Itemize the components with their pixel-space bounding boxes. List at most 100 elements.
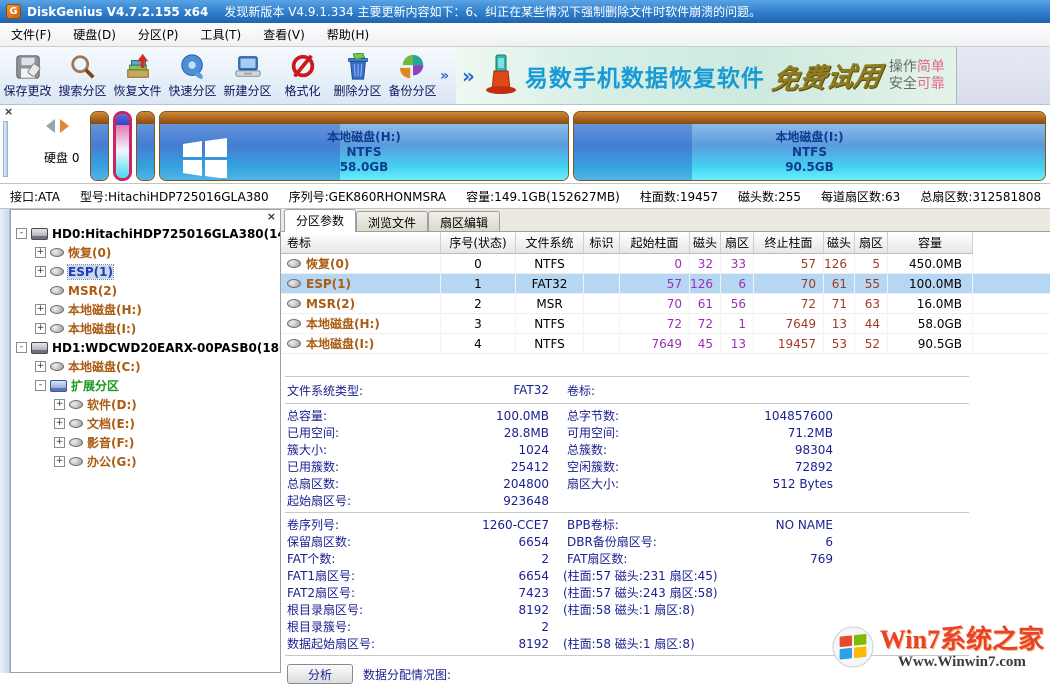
- detail-label: 已用空间:: [287, 424, 437, 441]
- menu-partition[interactable]: 分区(P): [127, 23, 190, 46]
- tree-item-msr[interactable]: MSR(2): [11, 281, 280, 300]
- analyze-button[interactable]: 分析: [287, 664, 353, 684]
- col-start-sector[interactable]: 扇区: [721, 232, 754, 254]
- collapse-icon[interactable]: -: [16, 342, 27, 353]
- expand-icon[interactable]: +: [54, 437, 65, 448]
- col-filesystem[interactable]: 文件系统: [516, 232, 584, 254]
- table-row[interactable]: MSR(2) 2 MSR 70 61 56 72 71 63 16.0MB: [281, 294, 1050, 314]
- col-end-head[interactable]: 磁头: [824, 232, 855, 254]
- tree-item-docs-e[interactable]: + 文档(E:): [11, 414, 280, 433]
- partition-bar-msr[interactable]: [136, 111, 155, 181]
- col-start-cylinder[interactable]: 起始柱面: [620, 232, 690, 254]
- col-start-head[interactable]: 磁头: [690, 232, 721, 254]
- tree-item-hd1[interactable]: - HD1:WDCWD20EARX-00PASB0(1863GB): [11, 338, 280, 357]
- detail-value: 28.8MB: [437, 426, 549, 440]
- detail-value: 100.0MB: [437, 409, 549, 423]
- disk-sectors-per-track: 每道扇区数:63: [821, 188, 900, 205]
- expand-icon[interactable]: +: [35, 361, 46, 372]
- detail-chs: (柱面:58 磁头:1 扇区:8): [549, 601, 833, 618]
- detail-label: 起始扇区号:: [287, 492, 437, 509]
- expand-icon[interactable]: +: [35, 304, 46, 315]
- toolbar-overflow-chevron[interactable]: »: [440, 47, 456, 104]
- table-row[interactable]: 本地磁盘(I:) 4 NTFS 7649 45 13 19457 53 52 9…: [281, 334, 1050, 354]
- close-icon[interactable]: ×: [4, 107, 13, 117]
- disk-model: 型号:HitachiHDP725016GLA380: [80, 188, 269, 205]
- panel-splitter[interactable]: [3, 121, 8, 177]
- menu-disk[interactable]: 硬盘(D): [62, 23, 127, 46]
- expand-icon[interactable]: +: [54, 399, 65, 410]
- disk-visualization-panel: × 硬盘 0 本地磁盘(H:): [0, 105, 1050, 183]
- expand-icon[interactable]: +: [54, 456, 65, 467]
- col-tag[interactable]: 标识: [584, 232, 620, 254]
- partition-bar-i[interactable]: 本地磁盘(I:) NTFS 90.5GB: [573, 111, 1046, 181]
- ad-banner[interactable]: » 易数手机数据恢复软件 免费试用 操作简单 安全可靠: [456, 47, 956, 104]
- next-disk-arrow-icon[interactable]: [60, 119, 69, 133]
- recover-files-button[interactable]: 恢复文件: [110, 47, 165, 104]
- tree-item-hd0[interactable]: - HD0:HitachiHDP725016GLA380(149GB): [11, 224, 280, 243]
- tree-item-local-h[interactable]: + 本地磁盘(H:): [11, 300, 280, 319]
- col-end-cylinder[interactable]: 终止柱面: [754, 232, 824, 254]
- tree-item-local-c[interactable]: + 本地磁盘(C:): [11, 357, 280, 376]
- tree-label: MSR(2): [68, 284, 117, 298]
- expand-icon[interactable]: +: [35, 323, 46, 334]
- collapse-icon[interactable]: -: [35, 380, 46, 391]
- detail-value: 72892: [737, 460, 833, 474]
- table-row-selected[interactable]: ESP(1) 1 FAT32 57 126 6 70 61 55 100.0MB: [281, 274, 1050, 294]
- col-volume-label[interactable]: 卷标: [281, 232, 441, 254]
- col-end-sector[interactable]: 扇区: [855, 232, 888, 254]
- partition-icon: [287, 259, 301, 268]
- menu-view[interactable]: 查看(V): [252, 23, 316, 46]
- partition-bar-h[interactable]: 本地磁盘(H:) NTFS 58.0GB: [159, 111, 569, 181]
- partition-bar-recovery[interactable]: [90, 111, 109, 181]
- table-row[interactable]: 本地磁盘(H:) 3 NTFS 72 72 1 7649 13 44 58.0G…: [281, 314, 1050, 334]
- prev-disk-arrow-icon[interactable]: [46, 119, 55, 133]
- search-partition-button[interactable]: 搜索分区: [55, 47, 110, 104]
- tree-label: HD1:WDCWD20EARX-00PASB0(1863GB): [52, 341, 281, 355]
- partition-size: 90.5GB: [785, 160, 834, 175]
- expand-icon[interactable]: +: [35, 247, 46, 258]
- tree-item-local-i[interactable]: + 本地磁盘(I:): [11, 319, 280, 338]
- floppy-icon: [13, 53, 43, 81]
- collapse-icon[interactable]: -: [16, 228, 27, 239]
- col-capacity[interactable]: 容量: [888, 232, 973, 254]
- toolbar-label: 恢复文件: [113, 82, 161, 99]
- tag-op-value: 简单: [917, 59, 945, 75]
- save-changes-button[interactable]: 保存更改: [0, 47, 55, 104]
- detail-label: 总容量:: [287, 407, 437, 424]
- partition-fs: NTFS: [346, 145, 381, 160]
- menu-help[interactable]: 帮助(H): [316, 23, 380, 46]
- new-partition-button[interactable]: 新建分区: [220, 47, 275, 104]
- tab-sector-edit[interactable]: 扇区编辑: [428, 211, 500, 231]
- menu-tools[interactable]: 工具(T): [190, 23, 253, 46]
- content-panel: 分区参数 浏览文件 扇区编辑 卷标 序号(状态) 文件系统 标识 起始柱面 磁头…: [281, 209, 1050, 673]
- hard-disk-icon: [31, 228, 48, 240]
- close-icon[interactable]: ×: [267, 211, 276, 222]
- tree-item-extended[interactable]: - 扩展分区: [11, 376, 280, 395]
- tree-item-office-g[interactable]: + 办公(G:): [11, 452, 280, 471]
- col-index-status[interactable]: 序号(状态): [441, 232, 516, 254]
- detail-label: 可用空间:: [567, 424, 737, 441]
- expand-icon[interactable]: +: [35, 266, 46, 277]
- tree-item-esp-selected[interactable]: + ESP(1): [11, 262, 280, 281]
- quick-partition-button[interactable]: 快速分区: [165, 47, 220, 104]
- tree-item-software-d[interactable]: + 软件(D:): [11, 395, 280, 414]
- partition-icon: [69, 400, 83, 409]
- tab-browse-files[interactable]: 浏览文件: [356, 211, 428, 231]
- table-row[interactable]: 恢复(0) 0 NTFS 0 32 33 57 126 5 450.0MB: [281, 254, 1050, 274]
- toolbar: 保存更改 搜索分区 恢复文件 快速分区 新建分区 格式化 删除分区 备份分区: [0, 47, 1050, 105]
- expand-icon[interactable]: +: [54, 418, 65, 429]
- partition-icon: [50, 286, 64, 295]
- tree-item-media-f[interactable]: + 影音(F:): [11, 433, 280, 452]
- partition-icon: [287, 279, 301, 288]
- partition-bar-esp-selected[interactable]: [113, 111, 132, 181]
- menu-file[interactable]: 文件(F): [0, 23, 62, 46]
- detail-label: BPB卷标:: [567, 516, 737, 533]
- toolbar-label: 新建分区: [223, 82, 271, 99]
- tab-partition-params[interactable]: 分区参数: [284, 209, 356, 232]
- format-button[interactable]: 格式化: [275, 47, 330, 104]
- backup-partition-button[interactable]: 备份分区: [385, 47, 440, 104]
- delete-partition-button[interactable]: 删除分区: [330, 47, 385, 104]
- toolbar-label: 快速分区: [168, 82, 216, 99]
- partition-icon: [50, 324, 64, 333]
- tree-item-recovery[interactable]: + 恢复(0): [11, 243, 280, 262]
